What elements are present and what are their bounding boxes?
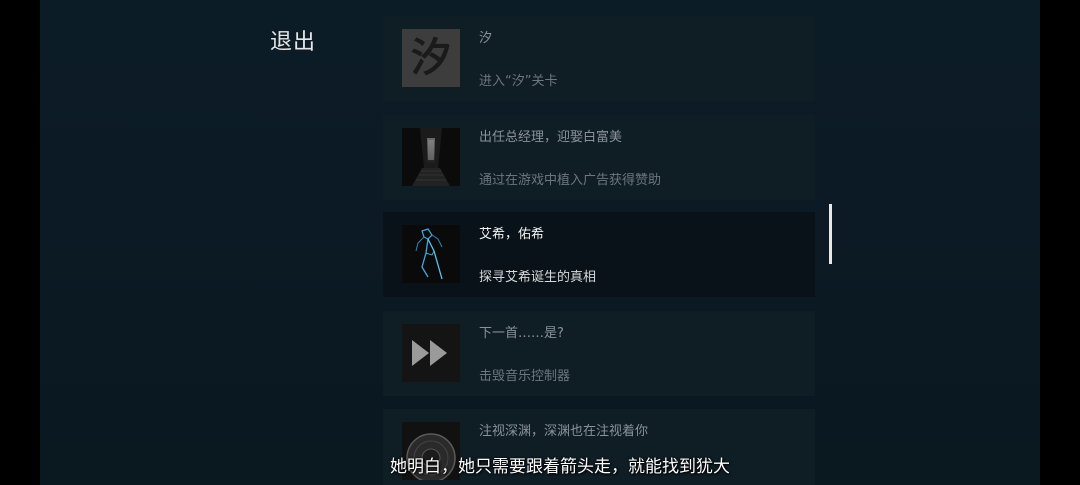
letterbox-right (1040, 0, 1080, 485)
achievement-item-next-song[interactable]: 下一首……是? 击毁音乐控制器 (383, 311, 815, 396)
dialogue-subtitle: 她明白，她只需要跟着箭头走，就能找到犹大 (390, 457, 730, 477)
xi-calligraphy-icon: 汐 (402, 29, 460, 87)
achievement-desc: 进入“汐”关卡 (479, 74, 558, 89)
achievement-title: 注视深渊，深渊也在注视着你 (479, 424, 649, 439)
achievement-item-aisi[interactable]: 艾希，佑希 探寻艾希诞生的真相 (383, 212, 815, 297)
achievement-menu: 退出 汐 汐 进入“汐”关卡 出任总经理，迎娶白富美 通过在游戏中植入广告获得赞… (40, 0, 1040, 485)
exit-button[interactable]: 退出 (270, 24, 316, 56)
corridor-door-icon (402, 128, 460, 186)
achievement-title: 汐 (479, 31, 493, 46)
achievement-list[interactable]: 汐 汐 进入“汐”关卡 出任总经理，迎娶白富美 通过在游戏中植入广告获得赞助 艾… (383, 16, 815, 485)
scrollbar-thumb[interactable] (829, 204, 832, 264)
achievement-title: 下一首……是? (479, 326, 564, 341)
achievement-title: 艾希，佑希 (479, 227, 545, 242)
letterbox-left (0, 0, 40, 485)
achievement-desc: 通过在游戏中植入广告获得赞助 (479, 173, 662, 188)
achievement-desc: 探寻艾希诞生的真相 (479, 270, 597, 285)
achievement-title: 出任总经理，迎娶白富美 (479, 130, 623, 145)
achievement-desc: 击毁音乐控制器 (479, 369, 571, 384)
fast-forward-icon (402, 324, 460, 382)
aisi-figure-icon (402, 225, 460, 283)
achievement-item-xi[interactable]: 汐 汐 进入“汐”关卡 (383, 16, 815, 101)
achievement-item-ceo[interactable]: 出任总经理，迎娶白富美 通过在游戏中植入广告获得赞助 (383, 115, 815, 200)
game-screen: 退出 汐 汐 进入“汐”关卡 出任总经理，迎娶白富美 通过在游戏中植入广告获得赞… (0, 0, 1080, 485)
